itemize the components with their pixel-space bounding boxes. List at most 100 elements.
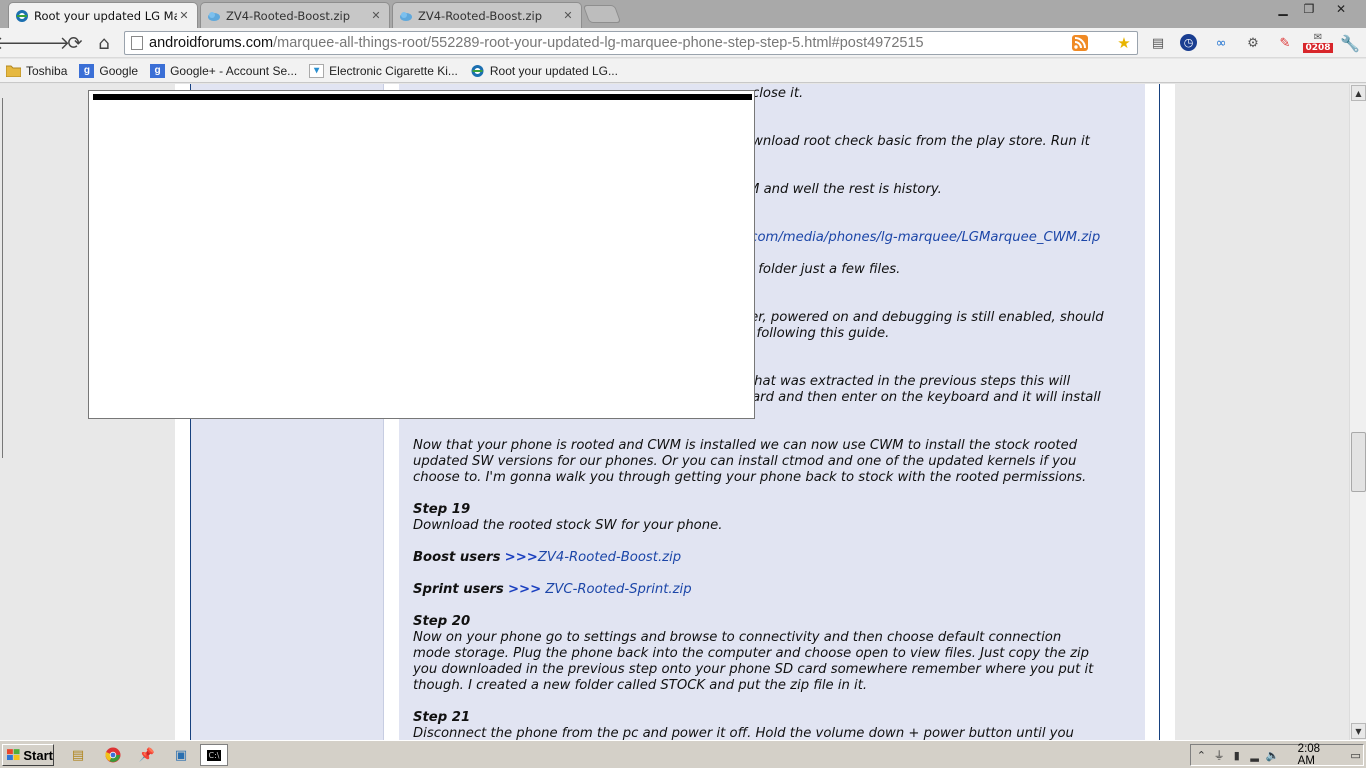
rss-icon[interactable] <box>1071 35 1089 51</box>
google-icon: g <box>79 63 95 78</box>
bookmark-label: Google+ - Account Se... <box>170 63 298 78</box>
explorer-icon[interactable]: ▤ <box>64 744 92 766</box>
tab-zv4-rooted-boost-2[interactable]: ZV4-Rooted-Boost.zip ✕ <box>392 2 582 28</box>
post-text-line: that was extracted in the previous steps… <box>749 374 1071 389</box>
bookmark-google[interactable]: g Google <box>79 63 139 78</box>
bookmark-toshiba[interactable]: Toshiba <box>6 64 67 78</box>
download-icon <box>208 11 220 21</box>
network-icon[interactable]: ▮ <box>1229 747 1244 763</box>
step-20-line: mode storage. Plug the phone back into t… <box>413 646 1090 661</box>
page-left-border <box>2 98 6 458</box>
bookmarks-bar: Toshiba g Google g Google+ - Account Se.… <box>0 59 1366 83</box>
popup-title-bar[interactable] <box>93 94 752 100</box>
scroll-up-arrow[interactable]: ▲ <box>1351 85 1366 101</box>
boost-users-line: Boost users >>>ZV4-Rooted-Boost.zip <box>413 550 681 566</box>
start-button[interactable]: Start <box>2 744 54 766</box>
post-intro-line: choose to. I'm gonna walk you through ge… <box>413 470 1087 485</box>
close-window-button[interactable]: ✕ <box>1326 0 1356 18</box>
minimize-button[interactable]: ▁ <box>1270 0 1296 18</box>
step-20-line: Now on your phone go to settings and bro… <box>413 630 1062 645</box>
url-host: androidforums.com <box>149 35 274 51</box>
post-text-line: a folder just a few files. <box>746 262 901 277</box>
blank-popup-window[interactable] <box>88 90 755 419</box>
gear-extension-icon[interactable]: ⚙ <box>1243 33 1263 53</box>
step-20-title: Step 20 <box>413 614 471 629</box>
step-20-line: though. I created a new folder called ST… <box>413 678 868 693</box>
download-icon <box>400 11 412 21</box>
step-20-line: you downloaded in the previous step onto… <box>413 662 1094 677</box>
tab-root-your-updated[interactable]: Root your updated LG Marque ✕ <box>8 2 198 28</box>
step-21-title: Step 21 <box>413 710 471 725</box>
bookmark-label: Root your updated LG... <box>489 63 618 78</box>
command-prompt-icon[interactable]: C:\ <box>200 744 228 766</box>
post-text-line: ownload root check basic from the play s… <box>744 134 1090 149</box>
wrench-menu-icon[interactable]: 🔧 <box>1340 33 1360 53</box>
bookmark-label: Electronic Cigarette Ki... <box>329 63 458 78</box>
show-desktop-icon[interactable]: ▭ <box>1348 747 1363 763</box>
windows-logo-icon <box>7 749 20 761</box>
reload-button[interactable]: ⟳ <box>64 32 86 54</box>
tab-strip: Root your updated LG Marque ✕ ZV4-Rooted… <box>0 0 1366 28</box>
sprint-users-label: Sprint users <box>413 582 504 597</box>
usb-icon[interactable]: ⏚ <box>1212 747 1227 763</box>
bookmark-google-plus[interactable]: g Google+ - Account Se... <box>150 63 298 78</box>
bookmark-label: Toshiba <box>26 63 68 78</box>
sprint-download-link[interactable]: ZVC-Rooted-Sprint.zip <box>545 582 691 597</box>
step-19-text: Download the rooted stock SW for your ph… <box>413 518 723 533</box>
taskbar: Start ▤ 📌 ▣ C:\ ⌃ ⏚ ▮ ▂ 🔈 2:08 AM ▭ <box>0 740 1366 768</box>
boost-users-label: Boost users <box>413 550 501 565</box>
link-extension-icon[interactable]: ∞ <box>1211 33 1231 53</box>
close-icon[interactable]: ✕ <box>561 9 575 22</box>
taskbar-clock[interactable]: 2:08 AM <box>1298 743 1335 767</box>
url-path: /marquee-all-things-root/552289-root-you… <box>273 35 924 51</box>
post-text-line: n following this guide. <box>744 326 890 341</box>
close-icon[interactable]: ✕ <box>177 9 191 22</box>
tab-zv4-rooted-boost-1[interactable]: ZV4-Rooted-Boost.zip ✕ <box>200 2 390 28</box>
close-icon[interactable]: ✕ <box>369 9 383 22</box>
signal-icon[interactable]: ▂ <box>1247 747 1262 763</box>
ecig-icon: ▾ <box>309 63 325 78</box>
system-tray: ⌃ ⏚ ▮ ▂ 🔈 2:08 AM ▭ <box>1190 743 1364 767</box>
pin-icon[interactable]: 📌 <box>133 744 161 766</box>
chrome-icon[interactable] <box>99 744 127 766</box>
tab-title: ZV4-Rooted-Boost.zip <box>418 8 543 23</box>
page-icon <box>131 36 143 50</box>
boost-download-link[interactable]: ZV4-Rooted-Boost.zip <box>538 550 681 565</box>
forum-icon <box>16 9 28 22</box>
bookmark-label: Google <box>99 63 139 78</box>
sprint-arrows: >>> <box>507 582 542 597</box>
wallet-extension-icon[interactable]: ▤ <box>1148 33 1168 53</box>
scroll-thumb[interactable] <box>1351 432 1366 492</box>
tab-title: Root your updated LG Marque <box>34 8 177 23</box>
folder-icon <box>6 64 21 78</box>
extension-badge: 0208 <box>1303 43 1333 53</box>
bookmark-star-icon[interactable]: ★ <box>1115 34 1133 52</box>
bookmark-root-your-updated[interactable]: Root your updated LG... <box>470 64 618 78</box>
post-intro-line: Now that your phone is rooted and CWM is… <box>413 438 1078 453</box>
browser-toolbar: 🡐 🡒 ⟳ ⌂ androidforums.com/marquee-all-th… <box>0 28 1366 58</box>
forward-button[interactable]: 🡒 <box>22 32 70 54</box>
vertical-scrollbar[interactable]: ▲ ▼ <box>1349 84 1366 740</box>
restore-button[interactable]: ❐ <box>1296 0 1322 18</box>
sprint-users-line: Sprint users >>> ZVC-Rooted-Sprint.zip <box>413 582 692 598</box>
post-text-line: M and well the rest is history. <box>748 182 942 197</box>
start-label: Start <box>23 747 53 763</box>
clock-extension-icon[interactable]: ◷ <box>1180 34 1197 51</box>
url-text: androidforums.com/marquee-all-things-roo… <box>149 35 924 51</box>
boost-arrows: >>> <box>504 550 538 565</box>
post-intro-line: updated SW versions for our phones. Or y… <box>413 454 1077 469</box>
home-button[interactable]: ⌂ <box>93 32 115 54</box>
google-icon: g <box>150 63 166 78</box>
mail-extension-icon[interactable]: ✉ 0208 <box>1303 33 1333 53</box>
volume-icon[interactable]: 🔈 <box>1265 747 1280 763</box>
address-bar[interactable]: androidforums.com/marquee-all-things-roo… <box>124 31 1138 55</box>
bookmark-electronic-cigarette[interactable]: ▾ Electronic Cigarette Ki... <box>309 63 458 78</box>
cwm-download-link[interactable]: .com/media/phones/lg-marquee/LGMarquee_C… <box>746 230 1100 246</box>
eraser-extension-icon[interactable]: ✎ <box>1275 33 1295 53</box>
show-hidden-icons-icon[interactable]: ⌃ <box>1194 747 1209 763</box>
scroll-down-arrow[interactable]: ▼ <box>1351 723 1366 739</box>
new-tab-button[interactable] <box>582 5 622 23</box>
remote-desktop-icon[interactable]: ▣ <box>167 744 195 766</box>
step-19-title: Step 19 <box>413 502 471 517</box>
post-text-line: ter, powered on and debugging is still e… <box>745 310 1104 325</box>
